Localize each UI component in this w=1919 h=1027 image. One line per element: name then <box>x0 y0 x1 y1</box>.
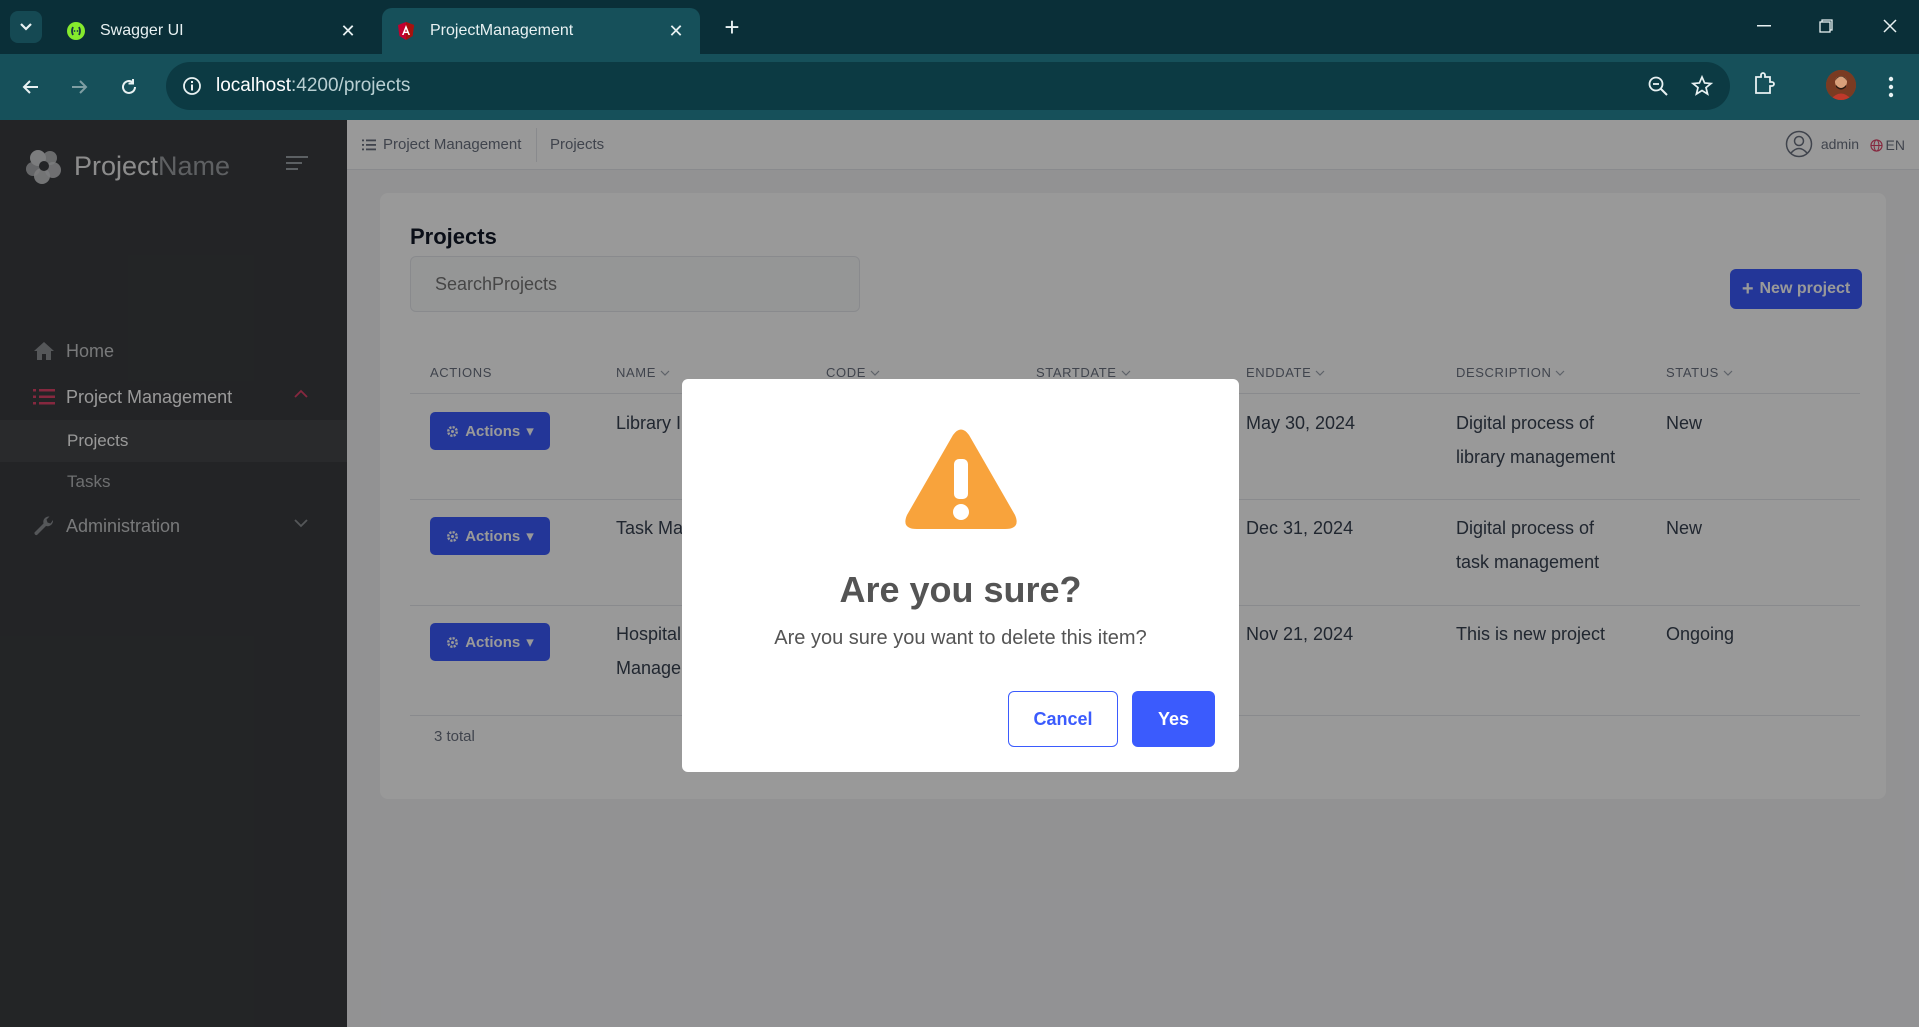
url-path: :4200/projects <box>291 75 411 96</box>
cancel-button[interactable]: Cancel <box>1008 691 1118 747</box>
restore-icon[interactable] <box>1802 8 1850 44</box>
dialog-message: Are you sure you want to delete this ite… <box>774 627 1147 649</box>
back-icon[interactable] <box>14 70 48 104</box>
reload-icon[interactable] <box>112 70 146 104</box>
profile-avatar[interactable] <box>1826 70 1856 100</box>
browser-toolbar: localhost:4200/projects <box>0 54 1919 120</box>
zoom-icon[interactable] <box>1646 74 1670 98</box>
extensions-icon[interactable] <box>1752 71 1776 97</box>
confirm-yes-button[interactable]: Yes <box>1132 691 1215 747</box>
site-info-icon[interactable] <box>180 74 204 98</box>
forward-icon[interactable] <box>62 70 96 104</box>
tab-title: ProjectManagement <box>430 22 574 39</box>
tab-search-button[interactable] <box>10 11 42 43</box>
minimize-icon[interactable] <box>1740 8 1788 44</box>
new-tab-button[interactable]: + <box>716 12 748 44</box>
tab-close-icon[interactable]: ✕ <box>338 21 358 42</box>
browser-tabbar: Swagger UI ✕ ProjectManagement ✕ + <box>0 0 1919 54</box>
url-text[interactable]: localhost:4200/projects <box>216 75 410 97</box>
angular-icon <box>396 21 416 41</box>
url-host: localhost <box>216 75 291 96</box>
confirm-dialog: Are you sure? Are you sure you want to d… <box>682 379 1239 772</box>
window-close-icon[interactable] <box>1866 8 1914 44</box>
app-viewport: ProjectName Home Project Management Proj… <box>0 120 1919 1027</box>
tab-close-icon[interactable]: ✕ <box>666 21 686 42</box>
swagger-icon <box>66 21 86 41</box>
browser-menu-icon[interactable] <box>1876 70 1906 104</box>
tab-projectmanagement[interactable]: ProjectManagement ✕ <box>382 8 700 54</box>
dialog-title: Are you sure? <box>839 569 1082 610</box>
bookmark-star-icon[interactable] <box>1690 74 1714 98</box>
warning-icon <box>905 429 1017 529</box>
address-bar[interactable]: localhost:4200/projects <box>166 62 1730 110</box>
chevron-down-icon <box>20 23 32 31</box>
tab-swagger[interactable]: Swagger UI ✕ <box>52 8 372 54</box>
tab-title: Swagger UI <box>100 22 184 39</box>
